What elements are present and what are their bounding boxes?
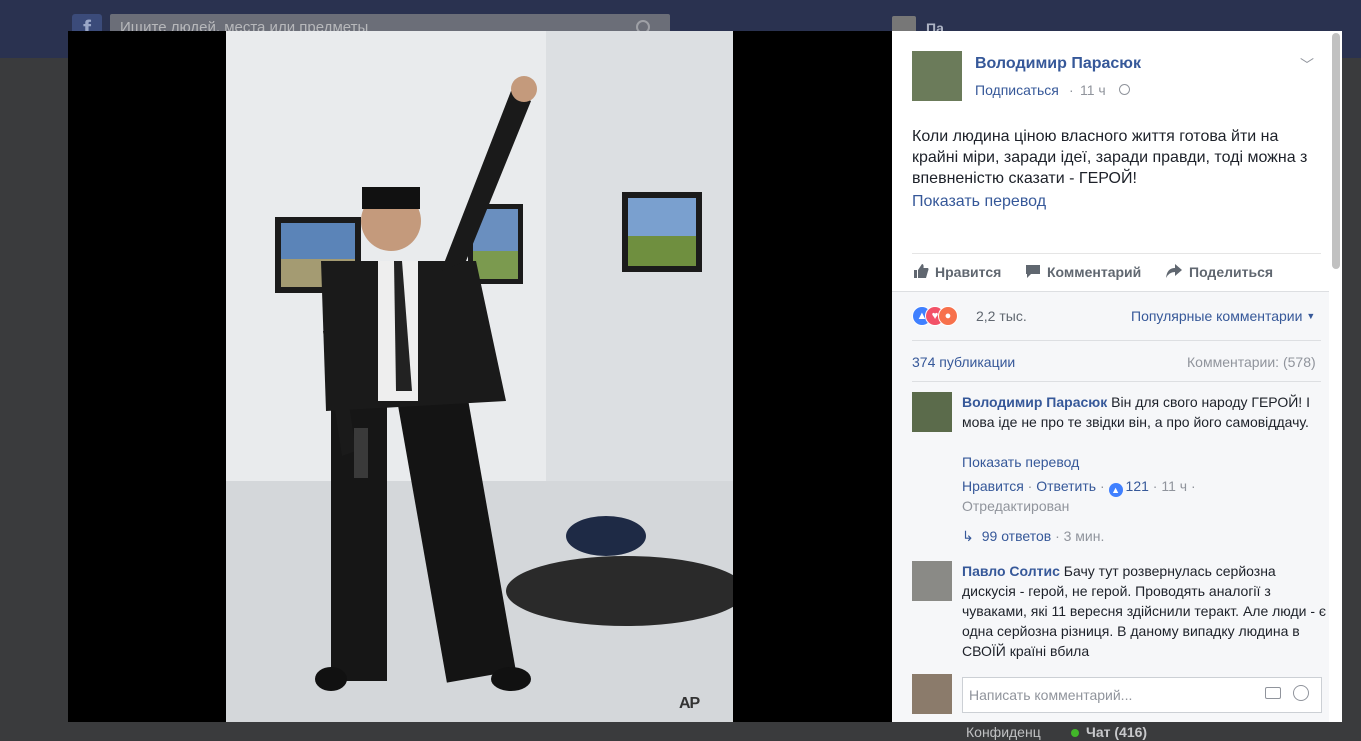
show-translation-link[interactable]: Показать перевод <box>912 193 1046 211</box>
divider <box>912 381 1321 382</box>
shares-link[interactable]: 374 публикации <box>912 354 1015 370</box>
reply-arrow-icon: ↳ <box>962 528 974 544</box>
comment-translation-link[interactable]: Показать перевод <box>962 454 1079 470</box>
photo-illustration <box>226 31 733 722</box>
angry-reaction-icon: ● <box>938 306 958 326</box>
chevron-down-icon[interactable]: ﹀ <box>1300 55 1314 75</box>
comment-author-link[interactable]: Павло Солтис <box>962 563 1060 579</box>
comment-button[interactable]: Комментарий <box>1025 263 1141 283</box>
author-avatar[interactable] <box>912 51 962 101</box>
comment-icon <box>1025 263 1041 282</box>
chat-button[interactable]: Чат (416) <box>1086 724 1147 740</box>
comment-meta: Нравится · Ответить · ▲ 121 · 11 ч · <box>962 478 1196 497</box>
current-user-avatar[interactable] <box>912 674 952 714</box>
meta-separator: · <box>1027 478 1033 494</box>
emoji-icon[interactable] <box>1293 685 1309 701</box>
divider <box>912 253 1321 254</box>
chat-online-dot-icon <box>1071 729 1079 737</box>
scrollbar-thumb[interactable] <box>1332 33 1340 269</box>
comments-count: Комментарии: (578) <box>1187 354 1316 370</box>
reactions-icons[interactable]: ▲ ♥ ● <box>912 306 972 326</box>
divider <box>892 291 1342 292</box>
reactions-count[interactable]: 2,2 тыс. <box>976 308 1027 324</box>
globe-icon[interactable] <box>1119 84 1130 95</box>
replies-count: 99 ответов <box>981 528 1052 544</box>
post-text: Коли людина ціною власного життя готова … <box>912 128 1308 187</box>
share-button[interactable]: Поделиться <box>1165 263 1273 283</box>
background-privacy-link[interactable]: Конфиденц <box>966 724 1041 740</box>
thumbs-up-icon <box>913 263 929 282</box>
share-icon <box>1165 263 1183 282</box>
sort-comments-dropdown[interactable]: Популярные комментарии ▼ <box>1131 308 1315 324</box>
comment-author-link[interactable]: Володимир Парасюк <box>962 394 1107 410</box>
caret-down-icon: ▼ <box>1306 311 1316 321</box>
meta-separator: · <box>1069 82 1074 98</box>
thumbs-up-icon: ▲ <box>1108 483 1123 497</box>
photo[interactable]: AP <box>226 31 733 722</box>
sort-label: Популярные комментарии <box>1131 308 1303 324</box>
meta-separator: · <box>1152 478 1158 494</box>
meta-separator: · <box>1055 528 1060 544</box>
post-timestamp[interactable]: 11 ч <box>1080 82 1106 98</box>
comment-timestamp[interactable]: 11 ч <box>1161 478 1187 494</box>
comment-reply-link[interactable]: Ответить <box>1036 478 1096 494</box>
comment-edited-label[interactable]: Отредактирован <box>962 498 1069 514</box>
view-replies-link[interactable]: ↳ 99 ответов · 3 мин. <box>962 528 1104 545</box>
comment-like-link[interactable]: Нравится <box>962 478 1024 494</box>
post-panel: Володимир Парасюк Подписаться · 11 ч ﹀ К… <box>892 31 1342 722</box>
like-button[interactable]: Нравится <box>913 263 1001 283</box>
meta-separator: · <box>1190 478 1196 494</box>
replies-timestamp: 3 мин. <box>1063 528 1105 544</box>
subscribe-link[interactable]: Подписаться <box>975 82 1059 98</box>
like-label: Нравится <box>935 264 1002 280</box>
camera-icon[interactable] <box>1265 687 1281 699</box>
comment-avatar[interactable] <box>912 561 952 601</box>
photo-viewer: AP <box>68 31 892 722</box>
comment-avatar[interactable] <box>912 392 952 432</box>
ap-watermark: AP <box>679 695 700 712</box>
author-name-link[interactable]: Володимир Парасюк <box>975 55 1141 73</box>
comment-likes-count[interactable]: 121 <box>1126 478 1149 494</box>
share-label: Поделиться <box>1189 264 1274 280</box>
comment-label: Комментарий <box>1047 264 1142 280</box>
comment-body: Володимир Парасюк Він для свого народу Г… <box>962 392 1322 432</box>
meta-separator: · <box>1099 478 1105 494</box>
comment-body: Павло Солтис Бачу тут розвернулась серйо… <box>962 561 1327 661</box>
divider <box>912 340 1321 341</box>
